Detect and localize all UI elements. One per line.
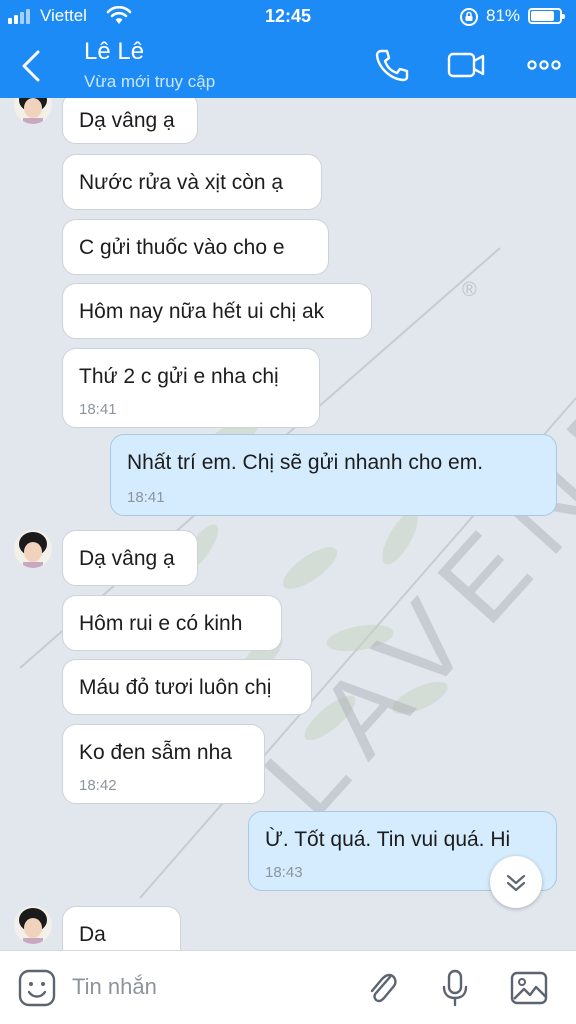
battery-percent: 81% [486,6,521,25]
svg-text:®: ® [462,279,477,301]
message-bubble-incoming[interactable]: Nước rửa và xịt còn ạ [62,154,322,210]
message-bubble-incoming[interactable]: Da [62,906,181,950]
message-bubble-incoming[interactable]: Hôm nay nữa hết ui chị ak [62,283,372,339]
message-time: 18:41 [79,401,117,418]
contact-status: Vừa mới truy cập [84,72,216,91]
status-bar: Viettel 12:45 81% [0,0,576,32]
scroll-to-bottom-button[interactable] [490,856,542,908]
message-time: 18:41 [127,489,165,506]
microphone-icon[interactable] [434,967,476,1009]
contact-avatar[interactable] [14,906,52,944]
message-bubble-incoming[interactable]: Dạ vâng ạ [62,98,198,144]
contact-avatar[interactable] [14,530,52,568]
top-bar: Viettel 12:45 81% Lê Lê Vừa mới truy cập [0,0,576,98]
message-time: 18:43 [265,864,303,881]
message-bubble-incoming[interactable]: Máu đỏ tươi luôn chị [62,659,312,715]
attach-icon[interactable] [362,967,404,1009]
message-input[interactable] [72,969,332,1005]
sticker-icon[interactable] [16,967,58,1009]
message-bubble-incoming[interactable]: C gửi thuốc vào cho e [62,219,329,275]
double-chevron-down-icon [506,874,526,892]
back-icon[interactable] [14,46,50,86]
battery-icon [528,8,565,24]
rotation-lock-icon [460,8,478,26]
chat-area[interactable]: LAVENDA ® Dạ vâng ạ Nước rửa và xịt còn … [0,98,576,950]
contact-name[interactable]: Lê Lê [84,38,144,66]
video-icon[interactable] [446,46,486,84]
image-icon[interactable] [508,967,550,1009]
message-input-bar [0,950,576,1024]
more-icon[interactable] [524,46,564,84]
phone-icon[interactable] [372,46,412,84]
message-bubble-incoming[interactable]: Ko đen sẫm nha 18:42 [62,724,265,804]
message-time: 18:42 [79,777,117,794]
message-bubble-incoming[interactable]: Dạ vâng ạ [62,530,198,586]
message-bubble-incoming[interactable]: Thứ 2 c gửi e nha chị 18:41 [62,348,320,428]
message-bubble-outgoing[interactable]: Nhất trí em. Chị sẽ gửi nhanh cho em. 18… [110,434,557,516]
message-bubble-incoming[interactable]: Hôm rui e có kinh [62,595,282,651]
